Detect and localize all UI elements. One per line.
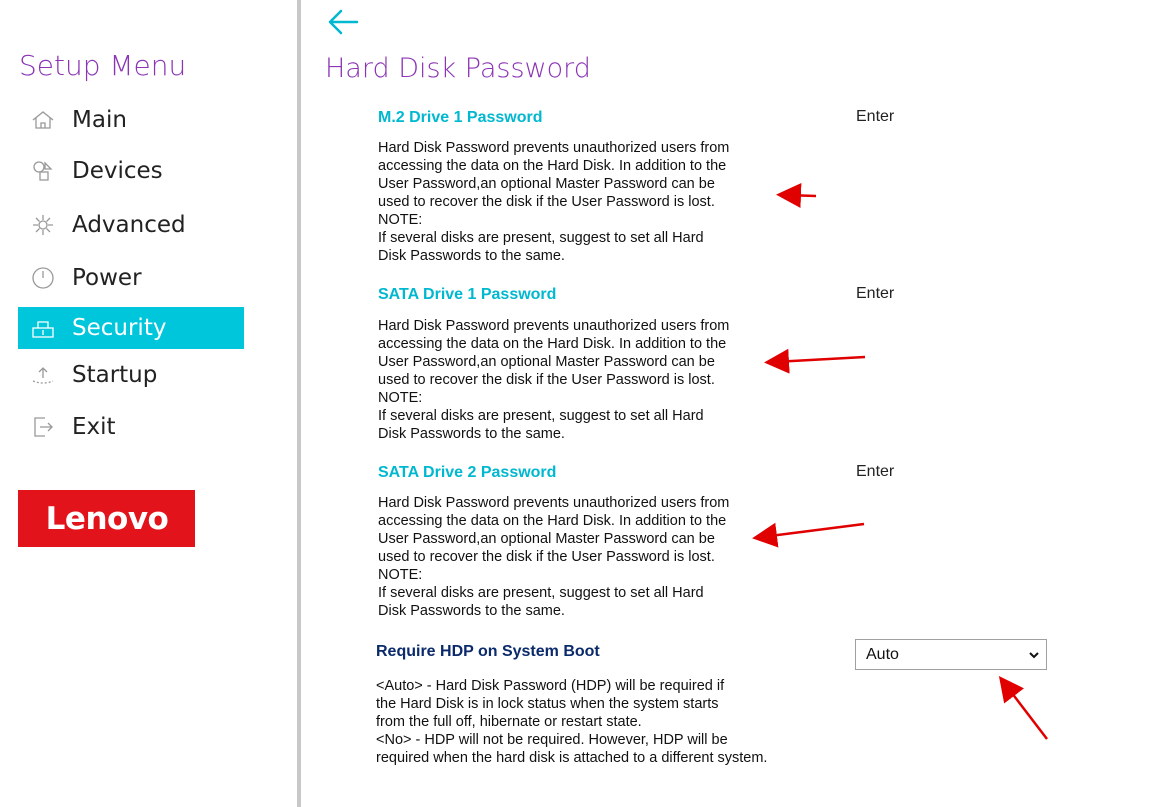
m2-drive-1-password-description: Hard Disk Password prevents unauthorized… <box>378 139 778 265</box>
description-line: from the full off, hibernate or restart … <box>376 714 642 730</box>
lenovo-logo-wordmark: Lenovo <box>45 502 168 536</box>
page-title: Hard Disk Password <box>325 53 591 84</box>
sidebar-item-label: Security <box>72 315 167 341</box>
description-line: NOTE: <box>378 567 423 583</box>
annotation-arrow-4 <box>998 676 1048 740</box>
sata-drive-2-password-title: SATA Drive 2 Password <box>378 464 557 481</box>
description-line: Disk Passwords to the same. <box>378 426 565 442</box>
sidebar-item-advanced[interactable]: Advanced <box>18 204 244 246</box>
description-line: used to recover the disk if the User Pas… <box>378 549 715 565</box>
back-arrow-icon[interactable] <box>327 8 359 36</box>
sidebar-item-label: Startup <box>72 362 158 388</box>
description-line: User Password,an optional Master Passwor… <box>378 354 715 370</box>
lenovo-logo: Lenovo <box>18 490 195 547</box>
setup-menu-title: Setup Menu <box>19 49 187 82</box>
description-line: User Password,an optional Master Passwor… <box>378 531 715 547</box>
annotation-arrow-1 <box>776 183 817 208</box>
sata-drive-1-password-description: Hard Disk Password prevents unauthorized… <box>378 317 778 443</box>
description-line: accessing the data on the Hard Disk. In … <box>378 158 727 174</box>
sidebar-item-power[interactable]: Power <box>18 257 244 299</box>
home-icon <box>30 107 56 133</box>
require-hdp-select[interactable]: Auto <box>855 639 1047 670</box>
advanced-icon <box>30 212 56 238</box>
description-line: <No> - HDP will not be required. However… <box>376 732 728 748</box>
description-line: Disk Passwords to the same. <box>378 603 565 619</box>
sidebar-divider <box>297 0 301 807</box>
require-hdp-selected-value: Auto <box>866 645 899 663</box>
description-line: used to recover the disk if the User Pas… <box>378 372 715 388</box>
sidebar: Setup Menu Main Devices Advanced Power S… <box>0 0 297 807</box>
sidebar-item-label: Main <box>72 107 127 133</box>
sata-drive-2-password-description: Hard Disk Password prevents unauthorized… <box>378 494 778 620</box>
description-line: Disk Passwords to the same. <box>378 248 565 264</box>
security-icon <box>30 315 56 341</box>
description-line: Hard Disk Password prevents unauthorized… <box>378 495 730 511</box>
description-line: Hard Disk Password prevents unauthorized… <box>378 318 730 334</box>
sidebar-item-label: Devices <box>72 158 163 184</box>
description-line: User Password,an optional Master Passwor… <box>378 176 715 192</box>
exit-icon <box>30 414 56 440</box>
sidebar-item-exit[interactable]: Exit <box>18 406 244 448</box>
description-line: the Hard Disk is in lock status when the… <box>376 696 719 712</box>
m2-drive-1-password-enter[interactable]: Enter <box>856 108 894 126</box>
devices-icon <box>30 158 56 184</box>
description-line: Hard Disk Password prevents unauthorized… <box>378 140 730 156</box>
description-line: accessing the data on the Hard Disk. In … <box>378 336 727 352</box>
sata-drive-2-password-enter[interactable]: Enter <box>856 463 894 481</box>
description-line: NOTE: <box>378 212 423 228</box>
sidebar-item-label: Exit <box>72 414 116 440</box>
chevron-down-icon <box>1029 652 1039 659</box>
description-line: If several disks are present, suggest to… <box>378 408 704 424</box>
sidebar-item-startup[interactable]: Startup <box>18 354 244 396</box>
sata-drive-1-password-title: SATA Drive 1 Password <box>378 286 557 303</box>
description-line: accessing the data on the Hard Disk. In … <box>378 513 727 529</box>
sidebar-item-main[interactable]: Main <box>18 99 244 141</box>
m2-drive-1-password-title: M.2 Drive 1 Password <box>378 109 543 126</box>
svg-text:Lenovo: Lenovo <box>45 502 168 536</box>
description-line: <Auto> - Hard Disk Password (HDP) will b… <box>376 678 725 694</box>
sidebar-item-devices[interactable]: Devices <box>18 150 244 192</box>
startup-icon <box>30 362 56 388</box>
sidebar-item-security[interactable]: Security <box>18 307 244 349</box>
description-line: If several disks are present, suggest to… <box>378 585 704 601</box>
description-line: used to recover the disk if the User Pas… <box>378 194 715 210</box>
power-icon <box>30 265 56 291</box>
sidebar-item-label: Advanced <box>72 212 186 238</box>
sata-drive-1-password-enter[interactable]: Enter <box>856 285 894 303</box>
description-line: If several disks are present, suggest to… <box>378 230 704 246</box>
description-line: NOTE: <box>378 390 423 406</box>
annotation-arrow-2 <box>764 348 866 374</box>
description-line: required when the hard disk is attached … <box>376 750 768 766</box>
sidebar-item-label: Power <box>72 265 142 291</box>
require-hdp-on-system-boot-title: Require HDP on System Boot <box>376 643 600 660</box>
require-hdp-description: <Auto> - Hard Disk Password (HDP) will b… <box>376 677 816 767</box>
